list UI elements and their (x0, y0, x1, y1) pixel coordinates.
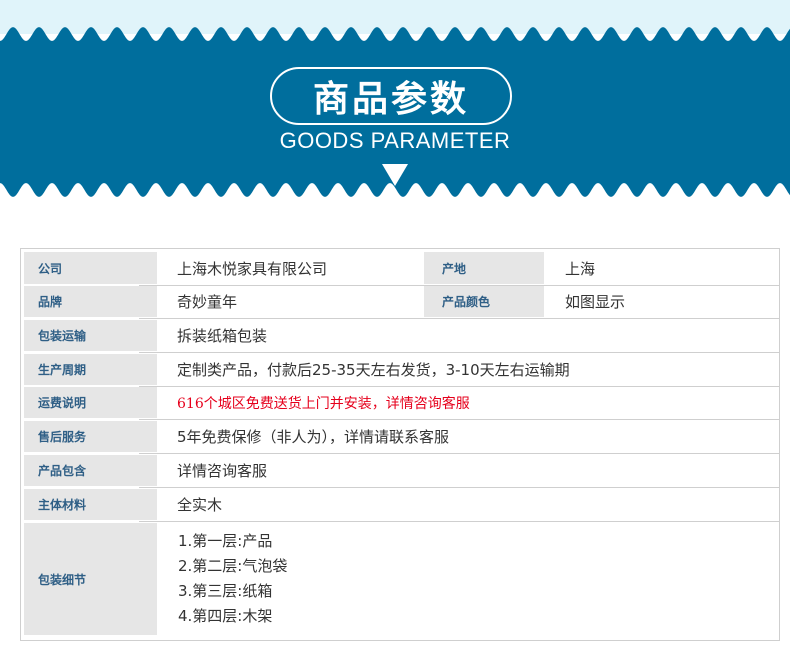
row-divider (139, 521, 779, 522)
table-row: 品牌 奇妙童年 产品颜色 如图显示 (24, 286, 776, 317)
title-pill: 商品参数 (270, 67, 512, 125)
param-label: 公司 (24, 252, 157, 284)
page-subtitle: GOODS PARAMETER (279, 128, 511, 153)
row-divider (139, 487, 779, 488)
table-row: 包装细节 1.第一层:产品 2.第二层:气泡袋 3.第三层:纸箱 4.第四层:木… (24, 523, 776, 635)
param-value: 上海木悦家具有限公司 (177, 259, 328, 278)
packing-list: 1.第一层:产品 2.第二层:气泡袋 3.第三层:纸箱 4.第四层:木架 (178, 523, 287, 635)
param-label: 运费说明 (24, 387, 157, 418)
list-item: 1.第一层:产品 (178, 532, 273, 550)
page-title: 商品参数 (312, 79, 469, 120)
param-label: 售后服务 (24, 421, 157, 452)
param-value: 如图显示 (565, 293, 626, 311)
param-value: 详情咨询客服 (177, 462, 268, 480)
param-value: 定制类产品，付款后25-35天左右发货，3-10天左右运输期 (177, 361, 570, 379)
param-label: 包装运输 (24, 320, 157, 351)
row-divider (139, 419, 779, 420)
param-label: 主体材料 (24, 489, 157, 520)
param-label: 包装细节 (24, 523, 157, 635)
param-value: 5年免费保修（非人为），详情请联系客服 (177, 428, 450, 446)
param-value: 上海 (565, 259, 596, 278)
list-item: 2.第二层:气泡袋 (178, 557, 288, 575)
table-row: 包装运输 拆装纸箱包装 (24, 320, 776, 351)
table-row: 生产周期 定制类产品，付款后25-35天左右发货，3-10天左右运输期 (24, 354, 776, 385)
down-arrow-icon (382, 164, 408, 186)
list-item: 3.第三层:纸箱 (178, 582, 273, 600)
table-row: 运费说明 616个城区免费送货上门并安装，详情咨询客服 (24, 387, 776, 418)
param-label: 产品包含 (24, 455, 157, 486)
param-value: 全实木 (177, 496, 223, 514)
param-value: 拆装纸箱包装 (177, 327, 268, 345)
row-divider (139, 453, 779, 454)
parameter-table: 公司 上海木悦家具有限公司 产地 上海 品牌 奇妙童年 产品颜色 如图显示 包装… (20, 248, 780, 641)
table-row: 售后服务 5年免费保修（非人为），详情请联系客服 (24, 421, 776, 452)
row-divider (139, 352, 779, 353)
param-value: 奇妙童年 (177, 293, 238, 311)
table-row: 公司 上海木悦家具有限公司 产地 上海 (24, 252, 776, 284)
table-row: 主体材料 全实木 (24, 489, 776, 520)
row-divider (139, 318, 779, 319)
param-label: 产品颜色 (424, 286, 544, 317)
table-row: 产品包含 详情咨询客服 (24, 455, 776, 486)
param-label: 生产周期 (24, 354, 157, 385)
param-value-highlight: 616个城区免费送货上门并安装，详情咨询客服 (177, 395, 470, 412)
list-item: 4.第四层:木架 (178, 607, 273, 625)
param-label: 产地 (424, 252, 544, 284)
param-label: 品牌 (24, 286, 157, 317)
header-banner: 商品参数 GOODS PARAMETER (0, 0, 790, 215)
